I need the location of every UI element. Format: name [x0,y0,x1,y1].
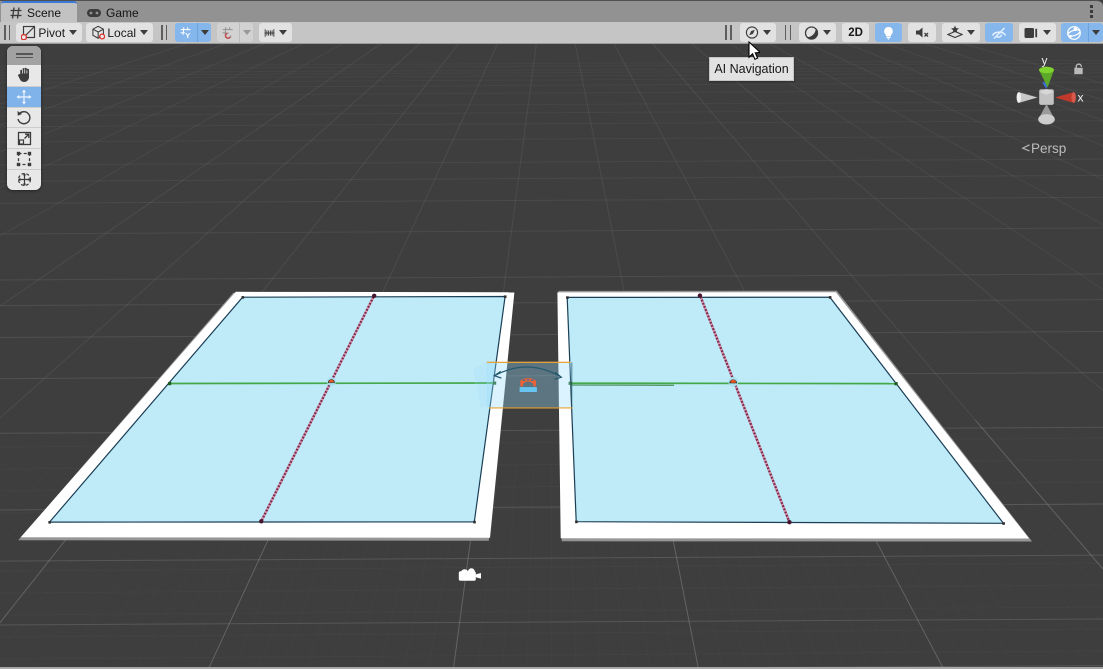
svg-text:x: x [1078,91,1084,105]
svg-text:Y: Y [186,31,192,40]
svg-text:Persp: Persp [1031,141,1066,156]
svg-text:y: y [1042,54,1048,68]
